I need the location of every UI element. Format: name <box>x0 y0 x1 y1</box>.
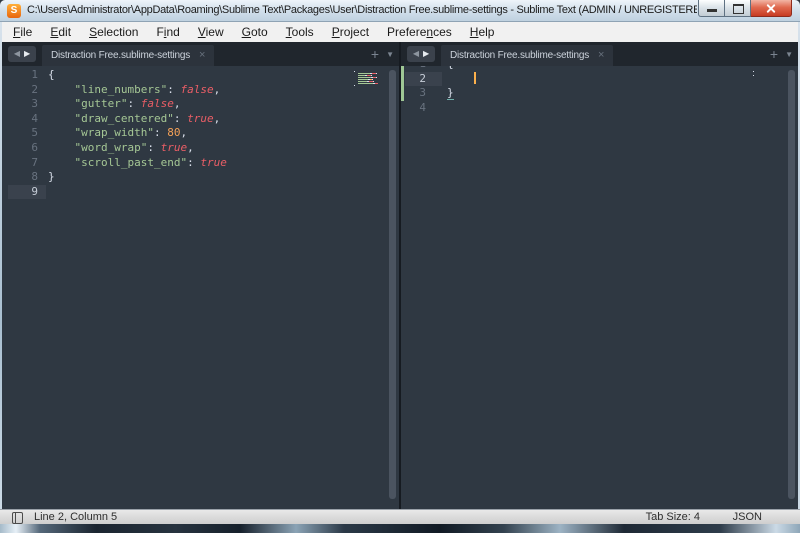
line-number: 7 <box>8 156 46 171</box>
vertical-scrollbar[interactable] <box>788 70 795 499</box>
tab-close-icon[interactable]: × <box>199 50 205 61</box>
window-border-left <box>0 22 2 524</box>
tab-actions-left: + ▼ <box>371 45 394 63</box>
code-line[interactable]: 1{ <box>2 68 399 83</box>
code-area[interactable]: 1{2 "line_numbers": false,3 "gutter": fa… <box>2 66 399 199</box>
close-button[interactable] <box>751 0 792 17</box>
maximize-icon <box>733 4 744 14</box>
tab-overflow-button[interactable]: ▼ <box>386 50 394 59</box>
code-line[interactable]: 3 "gutter": false, <box>2 97 399 112</box>
status-icon[interactable] <box>12 512 23 524</box>
menu-bar: FileEditSelectionFindViewGotoToolsProjec… <box>2 22 798 42</box>
tab-distraction-free-settings-left[interactable]: Distraction Free.sublime-settings × <box>42 45 214 66</box>
line-number: 4 <box>405 101 442 116</box>
line-number: 2 <box>8 83 46 98</box>
line-number: 1 <box>8 68 46 83</box>
line-number: 5 <box>8 126 46 141</box>
tab-close-icon[interactable]: × <box>598 50 604 61</box>
tab-bar-left: ◀ ▶ Distraction Free.sublime-settings × … <box>2 42 399 66</box>
line-number: 4 <box>8 112 46 127</box>
menu-item-tools[interactable]: Tools <box>277 22 323 42</box>
title-bar[interactable]: S C:\Users\Administrator\AppData\Roaming… <box>0 0 800 22</box>
tab-label: Distraction Free.sublime-settings <box>51 50 190 61</box>
code-line[interactable]: 2 <box>401 72 798 87</box>
code-line[interactable]: 4 <box>401 101 798 116</box>
tab-distraction-free-settings-right[interactable]: Distraction Free.sublime-settings × <box>441 45 613 66</box>
menu-item-view[interactable]: View <box>189 22 233 42</box>
status-bar: Line 2, Column 5 Tab Size: 4 JSON <box>0 509 800 524</box>
code-line[interactable]: 5 "wrap_width": 80, <box>2 126 399 141</box>
tab-actions-right: + ▼ <box>770 45 793 63</box>
menu-item-preferences[interactable]: Preferences <box>378 22 461 42</box>
minimize-icon <box>707 9 717 12</box>
menu-item-edit[interactable]: Edit <box>41 22 80 42</box>
minimap[interactable] <box>354 68 390 86</box>
tab-bar-right: ◀ ▶ Distraction Free.sublime-settings × … <box>401 42 798 66</box>
line-number: 9 <box>8 185 46 200</box>
tab-nav-forward-icon[interactable]: ▶ <box>24 46 30 62</box>
line-number: 6 <box>8 141 46 156</box>
window-title: C:\Users\Administrator\AppData\Roaming\S… <box>27 0 697 22</box>
caret-position: Line 2, Column 5 <box>34 510 117 524</box>
code-line[interactable]: 9 <box>2 185 399 200</box>
editor-pane-user-settings[interactable]: 1{2 3}4 <box>401 66 798 509</box>
tab-nav-buttons[interactable]: ◀ ▶ <box>8 46 36 62</box>
maximize-button[interactable] <box>725 0 751 17</box>
code-line[interactable]: 4 "draw_centered": true, <box>2 112 399 127</box>
diff-added-marker <box>401 66 404 101</box>
tab-nav-back-icon[interactable]: ◀ <box>14 46 20 62</box>
window-border-bottom <box>0 524 800 533</box>
line-number: 8 <box>8 170 46 185</box>
minimap[interactable] <box>753 68 789 76</box>
app-icon: S <box>7 4 21 18</box>
tab-label: Distraction Free.sublime-settings <box>450 50 589 61</box>
menu-item-selection[interactable]: Selection <box>80 22 147 42</box>
sublime-text-window: S C:\Users\Administrator\AppData\Roaming… <box>0 0 800 533</box>
vertical-scrollbar[interactable] <box>389 70 396 499</box>
tab-size-indicator[interactable]: Tab Size: 4 <box>646 510 700 524</box>
menu-item-project[interactable]: Project <box>323 22 378 42</box>
tab-nav-back-icon[interactable]: ◀ <box>413 46 419 62</box>
menu-item-find[interactable]: Find <box>147 22 188 42</box>
code-area[interactable]: 1{2 3}4 <box>401 66 798 115</box>
syntax-indicator[interactable]: JSON <box>733 510 762 524</box>
line-number: 3 <box>8 97 46 112</box>
menu-item-file[interactable]: File <box>4 22 41 42</box>
menu-item-help[interactable]: Help <box>461 22 504 42</box>
new-tab-button[interactable]: + <box>770 46 778 62</box>
line-number: 2 <box>405 72 442 87</box>
menu-item-goto[interactable]: Goto <box>233 22 277 42</box>
tab-nav-forward-icon[interactable]: ▶ <box>423 46 429 62</box>
code-line[interactable]: 8} <box>2 170 399 185</box>
code-line[interactable]: 2 "line_numbers": false, <box>2 83 399 98</box>
code-line[interactable]: 7 "scroll_past_end": true <box>2 156 399 171</box>
new-tab-button[interactable]: + <box>371 46 379 62</box>
window-controls <box>698 0 792 17</box>
editor-pane-default-settings[interactable]: 1{2 "line_numbers": false,3 "gutter": fa… <box>2 66 399 509</box>
tab-nav-buttons[interactable]: ◀ ▶ <box>407 46 435 62</box>
code-line[interactable]: 3} <box>401 86 798 101</box>
line-number: 3 <box>405 86 442 101</box>
tab-overflow-button[interactable]: ▼ <box>785 50 793 59</box>
code-line[interactable]: 6 "word_wrap": true, <box>2 141 399 156</box>
minimize-button[interactable] <box>698 0 725 17</box>
text-cursor <box>474 72 476 84</box>
